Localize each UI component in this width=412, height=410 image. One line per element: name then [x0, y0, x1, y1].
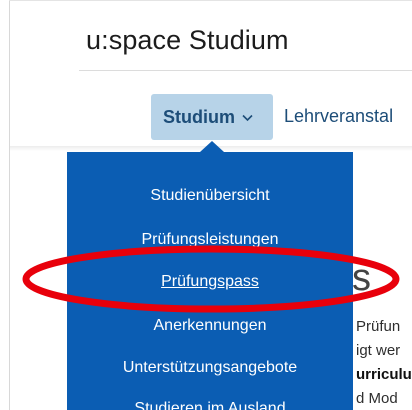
menu-item-unterstuetzungsangebote[interactable]: Unterstützungsangebote: [67, 359, 353, 377]
header-divider: [79, 70, 412, 71]
nav-item-studium-label: Studium: [163, 106, 235, 127]
frame-border-top: [9, 0, 412, 1]
body-text-line: d Mod: [356, 390, 398, 407]
body-text-line: igt wer: [356, 342, 401, 359]
menu-item-studieren-im-ausland[interactable]: Studieren im Ausland: [67, 400, 353, 410]
menu-item-studienuebersicht[interactable]: Studienübersicht: [67, 187, 353, 205]
dropdown-caret: [200, 141, 224, 152]
frame-border-left: [9, 0, 10, 410]
body-text-line: urriculu: [356, 366, 412, 383]
page-heading-partial: s: [352, 257, 371, 299]
body-text-line: Prüfun: [356, 318, 401, 335]
nav-item-lehrveranstaltungen[interactable]: Lehrveranstal: [284, 106, 393, 127]
menu-item-pruefungspass[interactable]: Prüfungspass: [67, 273, 353, 291]
nav-item-studium[interactable]: Studium: [151, 94, 273, 140]
studium-dropdown-menu: Studienübersicht Prüfungsleistungen Prüf…: [67, 152, 353, 410]
app-title[interactable]: u:space Studium: [86, 25, 289, 56]
menu-item-pruefungsleistungen[interactable]: Prüfungsleistungen: [67, 231, 353, 249]
page-frame: u:space Studium Studium Lehrveranstal St…: [0, 0, 412, 410]
chevron-down-icon: [242, 110, 253, 125]
menu-item-anerkennungen[interactable]: Anerkennungen: [67, 317, 353, 335]
